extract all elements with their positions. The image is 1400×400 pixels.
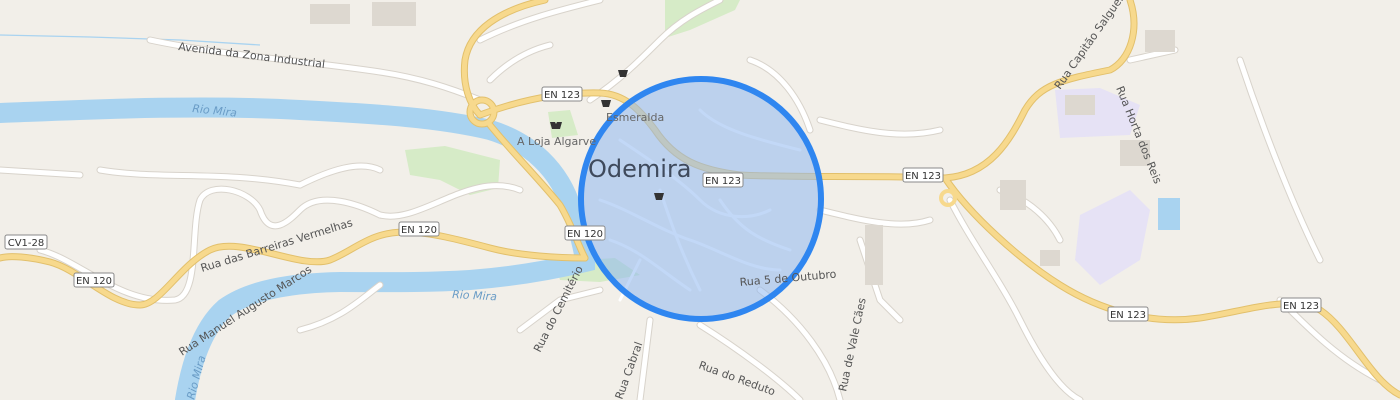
- road-shield-en120-center: EN 120: [564, 225, 606, 241]
- svg-text:EN 123: EN 123: [905, 171, 941, 182]
- road-shield-cv128: CV1-28: [4, 234, 48, 250]
- river-mira: [0, 97, 596, 400]
- svg-text:EN 123: EN 123: [705, 176, 741, 187]
- river-label: Rio Mira: [452, 288, 498, 303]
- road-shield-en123-nw: EN 123: [541, 86, 583, 102]
- road-shield-en120-left: EN 120: [73, 272, 115, 288]
- pool-area: [1158, 198, 1180, 230]
- svg-text:EN 120: EN 120: [567, 229, 603, 240]
- svg-text:EN 120: EN 120: [76, 276, 112, 287]
- svg-text:EN 123: EN 123: [1283, 301, 1319, 312]
- svg-text:CV1-28: CV1-28: [8, 238, 45, 249]
- road-shield-en123-far-east: EN 123: [1280, 297, 1322, 313]
- poi-esmeralda-label: Esmeralda: [606, 111, 664, 124]
- road-shield-en123-se: EN 123: [1107, 306, 1149, 322]
- map-view[interactable]: EN 123 EN 123 EN 123 EN 123 EN 123 EN 12…: [0, 0, 1400, 400]
- shopping-basket-icon: [601, 100, 611, 107]
- stream: [0, 34, 261, 46]
- svg-text:EN 123: EN 123: [1110, 310, 1146, 321]
- svg-text:EN 120: EN 120: [401, 225, 437, 236]
- street-label: Rua Capitão Salgueiro: [1052, 0, 1133, 92]
- road-shield-en123-center: EN 123: [702, 172, 744, 188]
- street-label: Rua de Vale Cães: [836, 296, 869, 392]
- landuse-area: [1075, 190, 1150, 285]
- road-shield-en123-east: EN 123: [902, 167, 944, 183]
- place-label-odemira: Odemira: [588, 155, 692, 183]
- street-label: Rua Manuel Augusto Marcos: [177, 263, 315, 359]
- svg-text:EN 123: EN 123: [544, 90, 580, 101]
- poi-loja-algarve-label: A Loja Algarve: [517, 135, 596, 148]
- street-label: Rua do Reduto: [697, 359, 777, 399]
- road-shield-en120-west: EN 120: [398, 221, 440, 237]
- map-canvas[interactable]: EN 123 EN 123 EN 123 EN 123 EN 123 EN 12…: [0, 0, 1400, 400]
